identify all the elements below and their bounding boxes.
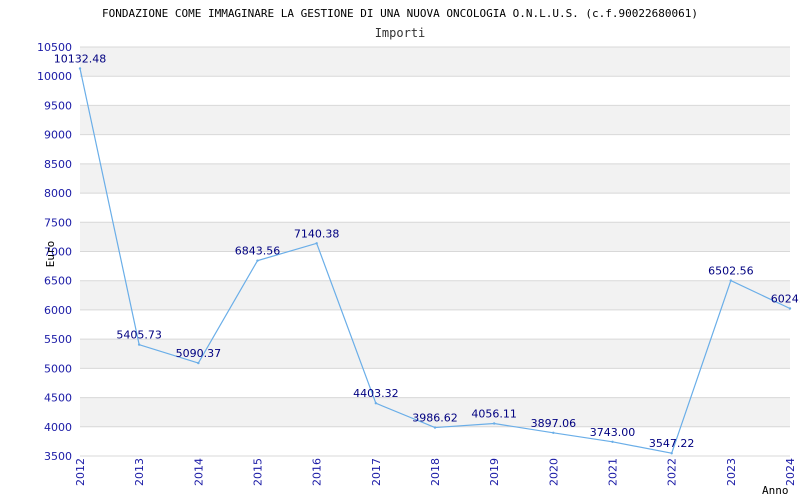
- data-label: 4403.32: [353, 387, 399, 400]
- x-tick-label: 2024: [784, 458, 797, 486]
- data-label: 5090.37: [176, 347, 222, 360]
- x-tick-label: 2016: [311, 458, 324, 486]
- x-tick-label: 2015: [252, 458, 265, 486]
- chart-subtitle: Importi: [375, 26, 426, 40]
- y-tick-label: 9500: [44, 99, 72, 112]
- plot-band: [80, 251, 790, 281]
- y-tick-label: 6500: [44, 275, 72, 288]
- x-tick-label: 2021: [607, 458, 620, 486]
- data-point: [197, 361, 200, 365]
- x-tick-label: 2012: [74, 458, 87, 486]
- y-tick-label: 4500: [44, 392, 72, 405]
- y-tick-label: 8000: [44, 187, 72, 200]
- data-label: 10132.48: [54, 52, 107, 65]
- x-tick-label: 2013: [133, 458, 146, 486]
- x-tick-label: 2022: [666, 458, 679, 486]
- plot-band: [80, 193, 790, 223]
- data-point: [611, 440, 614, 444]
- plot-band: [80, 105, 790, 135]
- chart: FONDAZIONE COME IMMAGINARE LA GESTIONE D…: [37, 7, 800, 497]
- data-label: 4056.11: [471, 408, 517, 421]
- data-label: 3986.62: [412, 412, 458, 425]
- data-point: [256, 259, 259, 262]
- y-tick-label: 8500: [44, 158, 72, 171]
- x-tick-label: 2020: [547, 458, 560, 486]
- y-tick-label: 9000: [44, 129, 72, 142]
- data-label: 6502.56: [708, 265, 754, 278]
- data-label: 5405.73: [116, 329, 162, 342]
- y-tick-label: 6000: [44, 304, 72, 317]
- data-point: [315, 242, 318, 245]
- y-tick-label: 4000: [44, 421, 72, 434]
- data-label: 6843.56: [235, 245, 281, 258]
- y-tick-label: 5500: [44, 333, 72, 346]
- data-point: [670, 452, 673, 455]
- plot-band: [80, 309, 790, 340]
- data-label: 3743.00: [590, 426, 636, 439]
- plot-band: [80, 76, 790, 106]
- data-point: [137, 343, 141, 346]
- data-point: [492, 422, 496, 425]
- x-tick-label: 2017: [370, 458, 383, 486]
- data-label: 3897.06: [531, 417, 577, 430]
- data-point: [374, 402, 378, 405]
- plot-band: [80, 134, 790, 164]
- data-point: [552, 431, 555, 435]
- data-point: [78, 67, 82, 70]
- data-label: 7140.38: [294, 227, 340, 240]
- y-tick-label: 7500: [44, 216, 72, 229]
- y-tick-label: 5000: [44, 362, 72, 375]
- plot-band: [80, 368, 790, 398]
- chart-title: FONDAZIONE COME IMMAGINARE LA GESTIONE D…: [102, 7, 698, 20]
- y-tick-label: 3500: [44, 450, 72, 463]
- x-tick-label: 2018: [429, 458, 442, 486]
- plot-band: [80, 222, 790, 252]
- plot-band: [80, 47, 790, 77]
- x-axis-ticks: 2012 2013 2014 2015 2016 2017 2018 2019 2020 2021…: [74, 458, 797, 486]
- x-tick-label: 2023: [725, 458, 738, 486]
- data-label: 3547.22: [649, 437, 695, 450]
- data-point: [729, 279, 733, 282]
- data-point: [788, 307, 792, 310]
- y-tick-label: 10000: [37, 70, 72, 83]
- y-axis-label: Euro: [44, 241, 57, 268]
- data-point: [433, 426, 437, 429]
- plot-band: [80, 163, 790, 194]
- x-tick-label: 2014: [192, 458, 205, 486]
- x-tick-label: 2019: [488, 458, 501, 486]
- x-axis-label: Anno: [762, 484, 789, 497]
- plot-band: [80, 280, 790, 310]
- data-label: 6024.3: [771, 293, 800, 306]
